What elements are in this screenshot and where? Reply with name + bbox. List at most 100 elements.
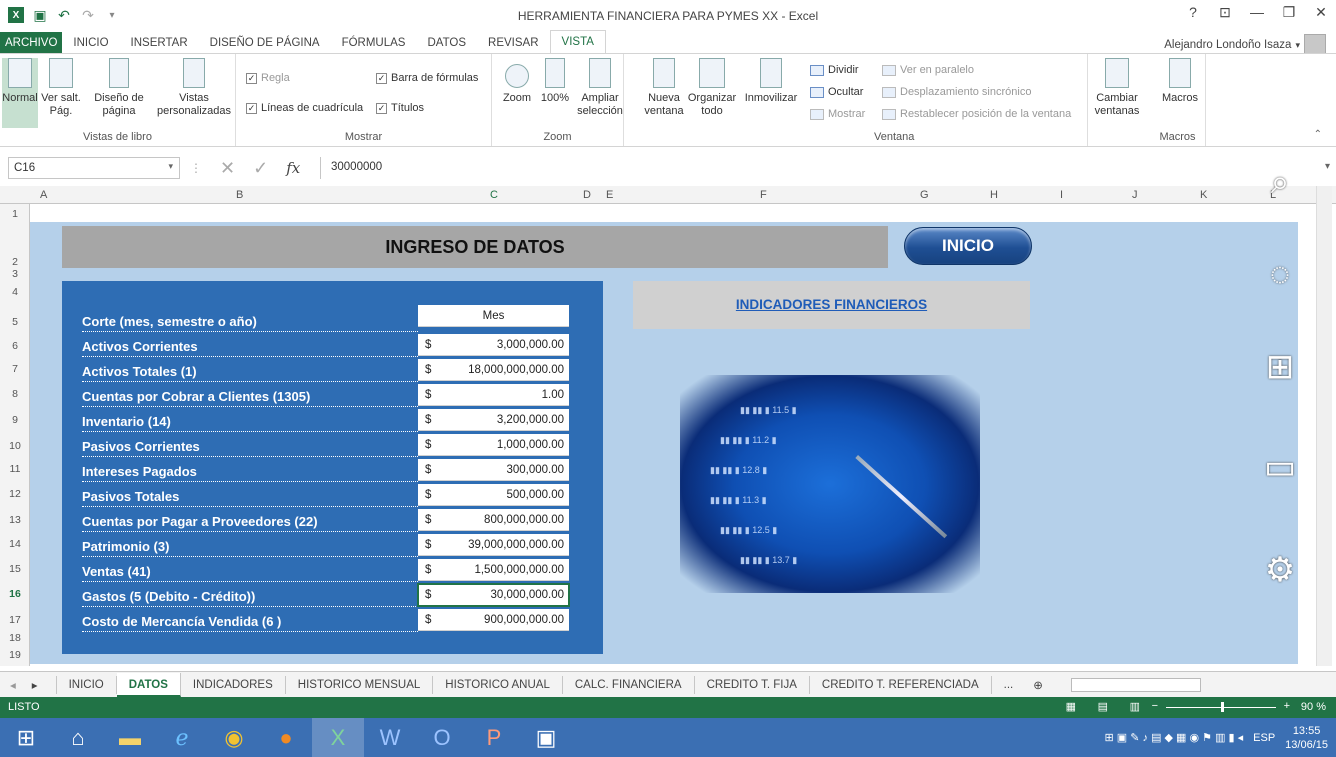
value-cell[interactable]: $300,000.00	[418, 459, 569, 481]
restore-icon[interactable]: ❐	[1280, 4, 1298, 21]
arrange-all-button[interactable]: Organizar todo	[688, 58, 736, 118]
column-header-f[interactable]: F	[760, 189, 767, 201]
row-header[interactable]: 7	[0, 363, 30, 375]
more-sheets-button[interactable]: ...	[992, 676, 1026, 694]
page-break-icon[interactable]: ▥	[1130, 700, 1140, 713]
selected-cell-c16[interactable]: $30,000,000.00	[417, 583, 570, 607]
row-header[interactable]: 11	[0, 463, 30, 475]
help-icon[interactable]: ?	[1184, 4, 1202, 21]
switch-windows-button[interactable]: Cambiar ventanas	[1092, 58, 1142, 118]
split-button[interactable]: Dividir	[810, 64, 859, 76]
column-header-j[interactable]: J	[1132, 189, 1138, 201]
hide-button[interactable]: Ocultar	[810, 86, 863, 98]
tab-diseno-pagina[interactable]: DISEÑO DE PÁGINA	[199, 32, 331, 54]
ribbon-display-icon[interactable]: ⊡	[1216, 4, 1234, 21]
reset-window-position-button[interactable]: Restablecer posición de la ventana	[882, 108, 1071, 120]
row-header[interactable]: 13	[0, 514, 30, 526]
outlook-taskbar-icon[interactable]: O	[416, 718, 468, 757]
column-header-c[interactable]: C	[490, 189, 498, 201]
collapse-ribbon-icon[interactable]: ⌃	[1314, 129, 1322, 140]
unhide-button[interactable]: Mostrar	[810, 108, 865, 120]
close-icon[interactable]: ✕	[1312, 4, 1330, 21]
value-cell[interactable]: $800,000,000.00	[418, 509, 569, 531]
start-button-icon[interactable]: ⊞	[0, 718, 52, 757]
value-cell[interactable]: $900,000,000.00	[418, 609, 569, 631]
row-header[interactable]: 8	[0, 388, 30, 400]
row-header[interactable]: 19	[0, 649, 30, 661]
column-header-a[interactable]: A	[40, 189, 47, 201]
network-app-icon[interactable]: ▣	[520, 718, 572, 757]
search-icon[interactable]: ⌕	[1258, 160, 1302, 204]
row-header[interactable]: 1	[0, 208, 30, 220]
cancel-entry-icon[interactable]: ✕	[220, 158, 235, 179]
language-indicator[interactable]: ESP	[1253, 732, 1275, 744]
tray-icons[interactable]: ⊞ ▣ ✎ ♪ ▤ ◆ ▦ ◉ ⚑ ▥ ▮ ◂	[1105, 731, 1244, 744]
next-sheet-icon[interactable]: ▸	[26, 678, 56, 692]
period-cell[interactable]: Mes	[418, 305, 569, 327]
value-cell[interactable]: $18,000,000,000.00	[418, 359, 569, 381]
ruler-checkbox[interactable]: ✓ Regla	[246, 72, 290, 84]
new-window-button[interactable]: Nueva ventana	[644, 58, 684, 118]
value-cell[interactable]: $3,200,000.00	[418, 409, 569, 431]
tab-sheet-datos[interactable]: DATOS	[116, 672, 181, 697]
tab-insertar[interactable]: INSERTAR	[120, 32, 199, 54]
column-header-i[interactable]: I	[1060, 189, 1063, 201]
tab-formulas[interactable]: FÓRMULAS	[331, 32, 417, 54]
tab-datos[interactable]: DATOS	[416, 32, 477, 54]
value-cell[interactable]: $1.00	[418, 384, 569, 406]
tab-sheet-inicio[interactable]: INICIO	[55, 675, 117, 694]
firefox-icon[interactable]: ●	[260, 718, 312, 757]
tab-sheet-credito-referenciada[interactable]: CREDITO T. REFERENCIADA	[810, 675, 992, 694]
custom-views-button[interactable]: Vistas personalizadas	[154, 58, 234, 118]
value-cell[interactable]: $500,000.00	[418, 484, 569, 506]
tab-sheet-indicadores[interactable]: INDICADORES	[181, 675, 286, 694]
clock[interactable]: 13:55 13/06/15	[1285, 724, 1328, 752]
start-icon[interactable]: ⊞	[1258, 345, 1302, 389]
value-cell[interactable]: $1,000,000.00	[418, 434, 569, 456]
normal-view-icon[interactable]: ▦	[1066, 700, 1076, 713]
page-layout-view-button[interactable]: Diseño de página	[86, 58, 152, 118]
share-icon[interactable]: ◌	[1258, 252, 1302, 296]
row-header[interactable]: 10	[0, 440, 30, 452]
row-header[interactable]: 4	[0, 286, 30, 298]
column-header-b[interactable]: B	[236, 189, 243, 201]
freeze-panes-button[interactable]: Inmovilizar	[740, 58, 802, 105]
normal-view-button[interactable]: Normal	[2, 58, 38, 128]
tab-inicio[interactable]: INICIO	[62, 32, 119, 54]
zoom-100-button[interactable]: 100%	[538, 58, 572, 105]
formula-input[interactable]: 30000000	[320, 157, 1296, 179]
insert-function-icon[interactable]: fx	[286, 159, 300, 177]
zoom-level[interactable]: 90 %	[1301, 701, 1326, 713]
zoom-selection-button[interactable]: Ampliar selección	[576, 58, 624, 118]
redo-icon[interactable]: ↷	[80, 7, 96, 23]
column-header-h[interactable]: H	[990, 189, 998, 201]
name-box[interactable]: C16 ▾	[8, 157, 180, 179]
zoom-button[interactable]: Zoom	[500, 58, 534, 105]
row-header[interactable]: 2	[0, 256, 30, 268]
devices-icon[interactable]: ▭	[1258, 445, 1302, 489]
row-header[interactable]: 9	[0, 414, 30, 426]
synchronous-scrolling-button[interactable]: Desplazamiento sincrónico	[882, 86, 1031, 98]
row-header[interactable]: 16	[0, 588, 30, 600]
value-cell[interactable]: $39,000,000,000.00	[418, 534, 569, 556]
column-header-g[interactable]: G	[920, 189, 929, 201]
internet-explorer-icon[interactable]: ℯ	[156, 718, 208, 757]
settings-icon[interactable]: ⚙	[1258, 548, 1302, 592]
view-side-by-side-button[interactable]: Ver en paralelo	[882, 64, 974, 76]
save-icon[interactable]: ▣	[32, 7, 48, 23]
gridlines-checkbox[interactable]: ✓ Líneas de cuadrícula	[246, 102, 363, 114]
prev-sheet-icon[interactable]: ◂	[0, 678, 26, 692]
page-layout-icon[interactable]: ▤	[1098, 700, 1108, 713]
tab-archivo[interactable]: ARCHIVO	[0, 32, 63, 54]
tab-vista[interactable]: VISTA	[549, 30, 606, 54]
excel-taskbar-icon[interactable]: X	[312, 718, 364, 757]
add-sheet-icon[interactable]: ⊕	[1025, 678, 1051, 692]
home-icon[interactable]: ⌂	[52, 718, 104, 757]
column-header-d[interactable]: D	[583, 189, 591, 201]
column-header-e[interactable]: E	[606, 189, 613, 201]
value-cell[interactable]: $1,500,000,000.00	[418, 559, 569, 581]
value-cell[interactable]: $3,000,000.00	[418, 334, 569, 356]
row-header[interactable]: 12	[0, 488, 30, 500]
formula-bar-checkbox[interactable]: ✓ Barra de fórmulas	[376, 72, 478, 84]
row-header[interactable]: 14	[0, 538, 30, 550]
